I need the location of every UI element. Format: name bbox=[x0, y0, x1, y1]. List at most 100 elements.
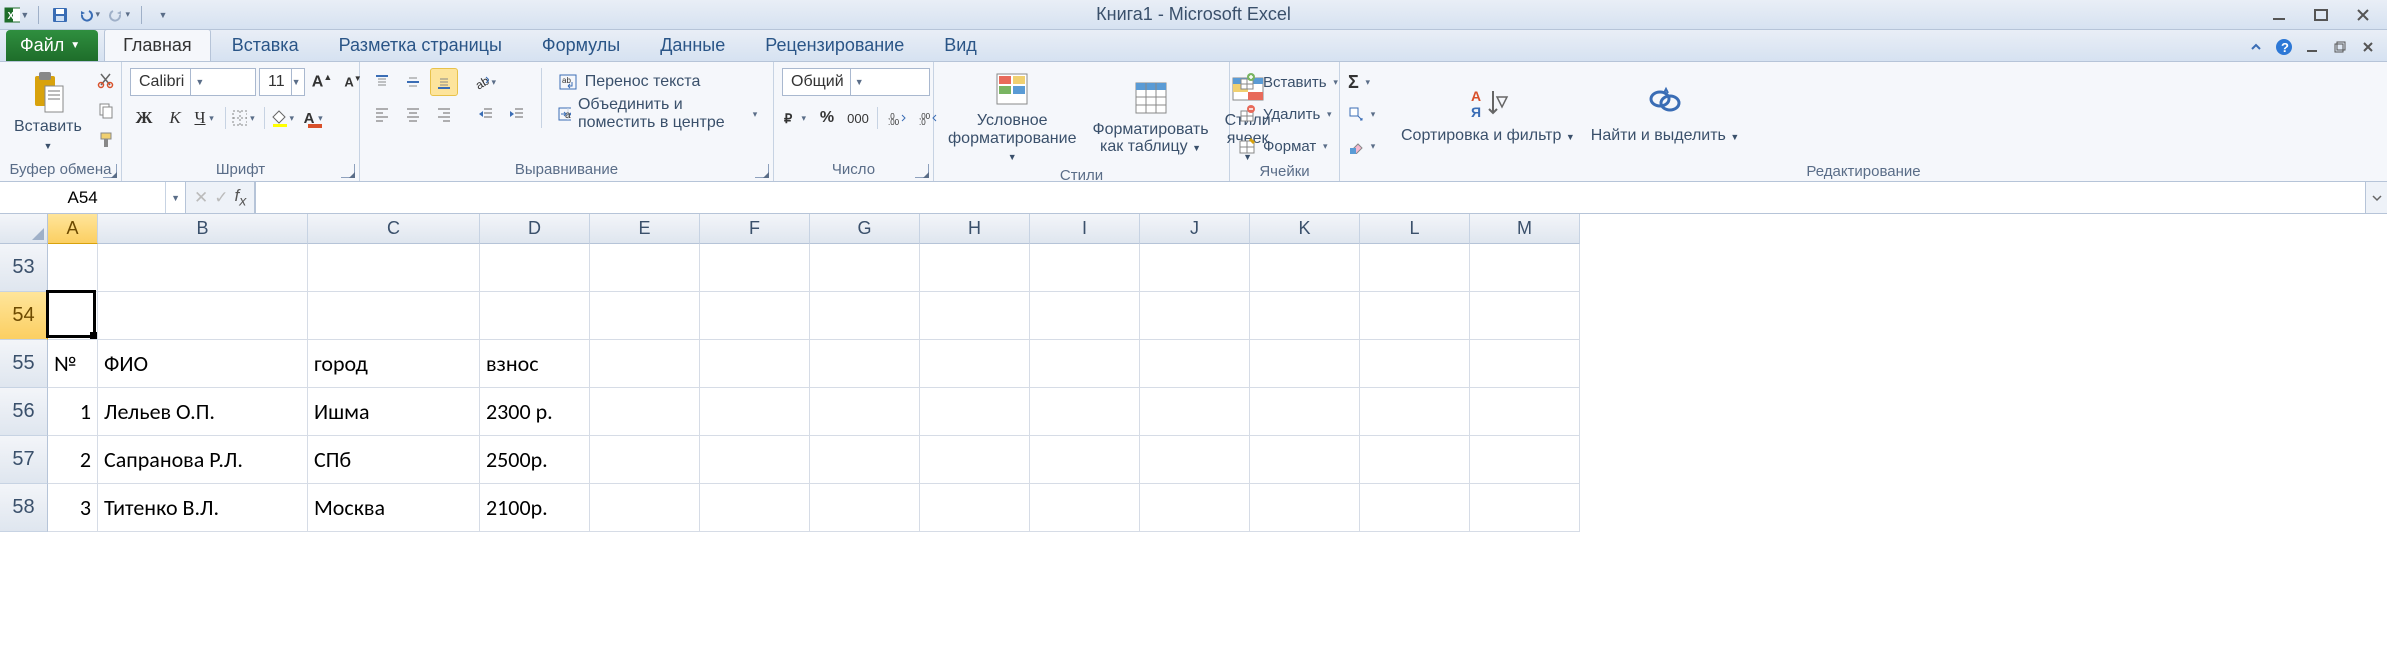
cell-E58[interactable] bbox=[590, 484, 700, 532]
column-header-K[interactable]: K bbox=[1250, 214, 1360, 244]
cell-B58[interactable]: Титенко В.Л. bbox=[98, 484, 308, 532]
cell-G57[interactable] bbox=[810, 436, 920, 484]
number-format-combo[interactable]: Общий▼ bbox=[782, 68, 930, 96]
cell-K58[interactable] bbox=[1250, 484, 1360, 532]
cell-M53[interactable] bbox=[1470, 244, 1580, 292]
name-box-input[interactable] bbox=[0, 188, 165, 208]
help-icon[interactable]: ? bbox=[2273, 36, 2295, 58]
row-header-56[interactable]: 56 bbox=[0, 388, 48, 436]
column-header-L[interactable]: L bbox=[1360, 214, 1470, 244]
cell-H55[interactable] bbox=[920, 340, 1030, 388]
column-header-A[interactable]: A bbox=[48, 214, 98, 244]
cell-B53[interactable] bbox=[98, 244, 308, 292]
cell-K55[interactable] bbox=[1250, 340, 1360, 388]
merge-center-button[interactable]: a Объединить и поместить в центре▾ bbox=[552, 98, 765, 130]
cell-J57[interactable] bbox=[1140, 436, 1250, 484]
cell-C53[interactable] bbox=[308, 244, 480, 292]
redo-icon[interactable]: ▾ bbox=[107, 4, 133, 26]
increase-font-icon[interactable]: A▲ bbox=[308, 68, 336, 96]
cell-F54[interactable] bbox=[700, 292, 810, 340]
name-box[interactable]: ▼ bbox=[0, 182, 186, 213]
cell-J55[interactable] bbox=[1140, 340, 1250, 388]
cell-I55[interactable] bbox=[1030, 340, 1140, 388]
format-cells-button[interactable]: Формат▾ bbox=[1238, 130, 1331, 162]
column-header-J[interactable]: J bbox=[1140, 214, 1250, 244]
format-painter-icon[interactable] bbox=[92, 126, 120, 154]
find-select-button[interactable]: Найти и выделить ▼ bbox=[1585, 81, 1746, 147]
cell-B56[interactable]: Лельев О.П. bbox=[98, 388, 308, 436]
cut-icon[interactable] bbox=[92, 66, 120, 94]
align-right-icon[interactable] bbox=[430, 100, 458, 128]
cell-F55[interactable] bbox=[700, 340, 810, 388]
cell-I57[interactable] bbox=[1030, 436, 1140, 484]
cell-M55[interactable] bbox=[1470, 340, 1580, 388]
cell-J56[interactable] bbox=[1140, 388, 1250, 436]
cell-J53[interactable] bbox=[1140, 244, 1250, 292]
excel-icon[interactable]: X▼ bbox=[4, 4, 30, 26]
cell-J58[interactable] bbox=[1140, 484, 1250, 532]
fill-button[interactable]: ▾ bbox=[1348, 98, 1379, 130]
cell-L58[interactable] bbox=[1360, 484, 1470, 532]
column-header-H[interactable]: H bbox=[920, 214, 1030, 244]
cell-E57[interactable] bbox=[590, 436, 700, 484]
cell-K56[interactable] bbox=[1250, 388, 1360, 436]
copy-icon[interactable] bbox=[92, 96, 120, 124]
cell-A56[interactable]: 1 bbox=[48, 388, 98, 436]
clipboard-dialog-launcher[interactable] bbox=[103, 164, 117, 178]
cell-D53[interactable] bbox=[480, 244, 590, 292]
column-header-F[interactable]: F bbox=[700, 214, 810, 244]
tab-Вид[interactable]: Вид bbox=[925, 29, 996, 61]
cell-H54[interactable] bbox=[920, 292, 1030, 340]
insert-cells-button[interactable]: Вставить▾ bbox=[1238, 66, 1342, 98]
tab-Разметка страницы[interactable]: Разметка страницы bbox=[320, 29, 521, 61]
maximize-button[interactable] bbox=[2301, 3, 2341, 27]
cell-L57[interactable] bbox=[1360, 436, 1470, 484]
qat-customize-icon[interactable]: ▼ bbox=[150, 4, 176, 26]
tab-Рецензирование[interactable]: Рецензирование bbox=[746, 29, 923, 61]
enter-formula-icon[interactable]: ✓ bbox=[214, 188, 228, 208]
cell-A58[interactable]: 3 bbox=[48, 484, 98, 532]
cell-M58[interactable] bbox=[1470, 484, 1580, 532]
cell-F56[interactable] bbox=[700, 388, 810, 436]
format-as-table-button[interactable]: Форматировать как таблицу ▼ bbox=[1086, 75, 1214, 158]
align-top-icon[interactable] bbox=[368, 68, 396, 96]
cell-F53[interactable] bbox=[700, 244, 810, 292]
autosum-button[interactable]: Σ▾ bbox=[1348, 66, 1379, 98]
column-header-C[interactable]: C bbox=[308, 214, 480, 244]
close-button[interactable] bbox=[2343, 3, 2383, 27]
cell-G58[interactable] bbox=[810, 484, 920, 532]
cell-E54[interactable] bbox=[590, 292, 700, 340]
cell-I58[interactable] bbox=[1030, 484, 1140, 532]
fx-icon[interactable]: fx bbox=[235, 186, 247, 209]
align-middle-icon[interactable] bbox=[399, 68, 427, 96]
accounting-format-icon[interactable]: ₽▾ bbox=[782, 104, 810, 132]
cell-K54[interactable] bbox=[1250, 292, 1360, 340]
cell-L55[interactable] bbox=[1360, 340, 1470, 388]
select-all-button[interactable] bbox=[0, 214, 48, 244]
cell-M54[interactable] bbox=[1470, 292, 1580, 340]
decrease-indent-icon[interactable] bbox=[472, 100, 500, 128]
doc-minimize-button[interactable] bbox=[2301, 36, 2323, 58]
percent-format-icon[interactable]: % bbox=[813, 104, 841, 132]
italic-icon[interactable]: К bbox=[161, 104, 189, 132]
cell-H56[interactable] bbox=[920, 388, 1030, 436]
font-color-icon[interactable]: A▾ bbox=[301, 104, 329, 132]
orientation-icon[interactable]: ab▾ bbox=[472, 68, 500, 96]
cell-G53[interactable] bbox=[810, 244, 920, 292]
conditional-formatting-button[interactable]: Условное форматирование ▼ bbox=[942, 66, 1082, 167]
file-tab[interactable]: Файл▼ bbox=[6, 30, 98, 61]
cell-B55[interactable]: ФИО bbox=[98, 340, 308, 388]
cell-D55[interactable]: взнос bbox=[480, 340, 590, 388]
cell-E56[interactable] bbox=[590, 388, 700, 436]
cell-K57[interactable] bbox=[1250, 436, 1360, 484]
cell-D56[interactable]: 2300 р. bbox=[480, 388, 590, 436]
borders-icon[interactable]: ▾ bbox=[231, 104, 259, 132]
cell-C54[interactable] bbox=[308, 292, 480, 340]
clear-button[interactable]: ▾ bbox=[1348, 130, 1379, 162]
cell-K53[interactable] bbox=[1250, 244, 1360, 292]
cell-G55[interactable] bbox=[810, 340, 920, 388]
font-size-combo[interactable]: 11▼ bbox=[259, 68, 305, 96]
wrap-text-button[interactable]: ab Перенос текста bbox=[552, 66, 765, 98]
cell-G56[interactable] bbox=[810, 388, 920, 436]
paste-button[interactable]: Вставить ▼ bbox=[8, 66, 88, 155]
